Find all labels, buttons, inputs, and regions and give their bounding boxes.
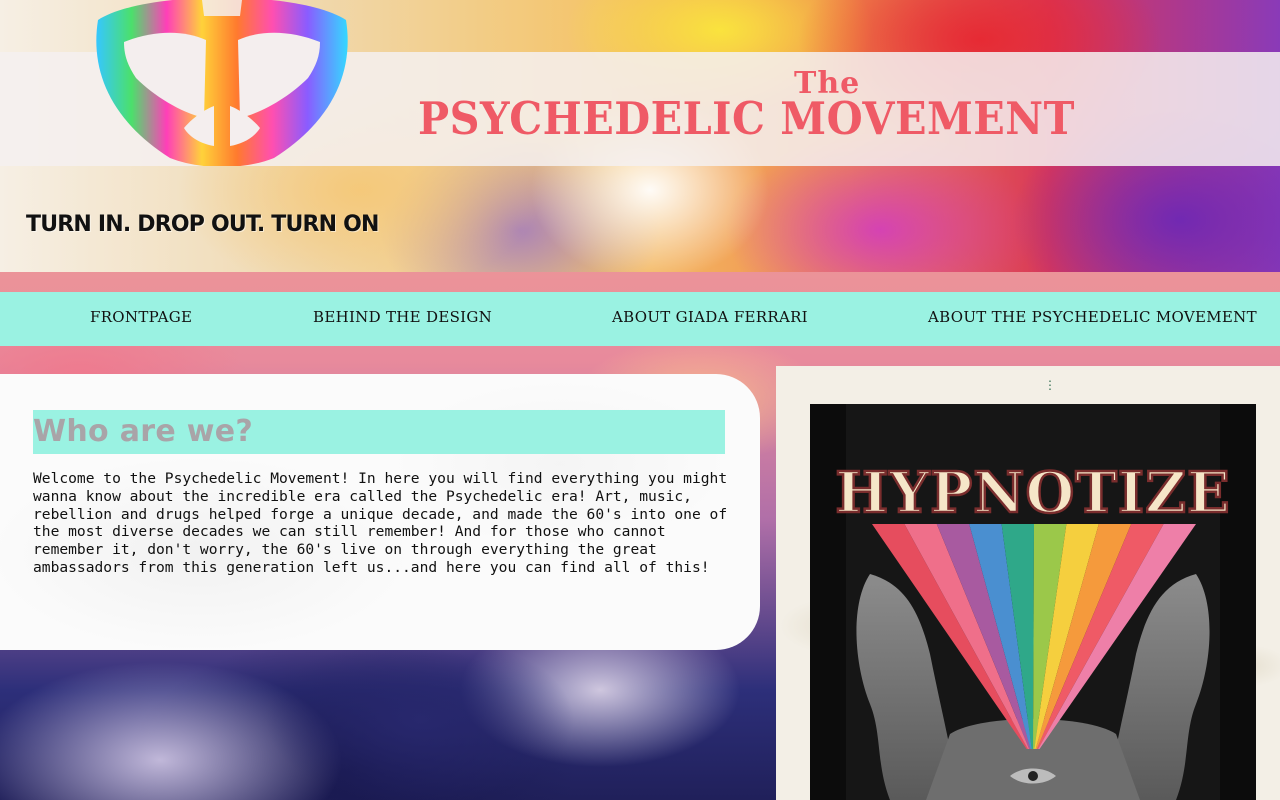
intro-heading: Who are we? xyxy=(33,410,725,454)
rainbow-peace-sign-icon[interactable] xyxy=(84,0,360,166)
main-nav: FRONTPAGE BEHIND THE DESIGN ABOUT GIADA … xyxy=(0,292,1280,346)
nav-item-about-the-psychedelic-movement[interactable]: ABOUT THE PSYCHEDELIC MOVEMENT xyxy=(928,292,1257,346)
tagline: TURN IN. DROP OUT. TURN ON xyxy=(26,212,379,237)
nav-item-about-giada-ferrari[interactable]: ABOUT GIADA FERRARI xyxy=(612,292,808,346)
nav-item-frontpage[interactable]: FRONTPAGE xyxy=(90,292,192,346)
poster-title: HYPNOTIZE xyxy=(835,460,1230,526)
nav-item-behind-the-design[interactable]: BEHIND THE DESIGN xyxy=(313,292,492,346)
hypnotize-poster-image: HYPNOTIZE xyxy=(810,404,1256,800)
intro-text: Welcome to the Psychedelic Movement! In … xyxy=(33,470,728,576)
site-title: PSYCHEDELIC MOVEMENT xyxy=(418,92,1075,145)
paper-speck-decoration: ⋮ xyxy=(1044,378,1056,392)
poster-frame: ⋮ HYPNOTIZE xyxy=(776,366,1280,800)
intro-card: Who are we? Welcome to the Psychedelic M… xyxy=(0,374,760,650)
site-header: TURN IN. DROP OUT. TURN ON The PSYCHEDEL… xyxy=(0,0,1280,272)
